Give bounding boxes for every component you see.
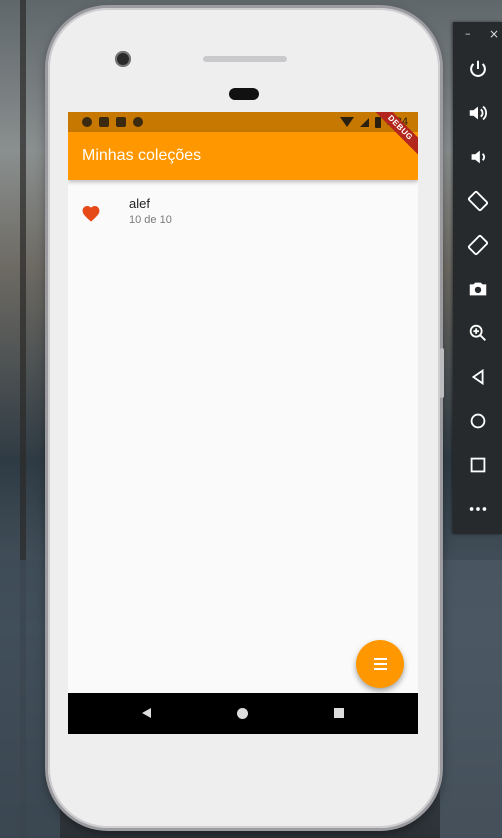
minimize-button[interactable]: – (465, 28, 471, 40)
heart-icon (82, 206, 100, 222)
screenshot-button[interactable] (465, 276, 491, 302)
power-icon (470, 60, 486, 77)
power-button[interactable] (465, 56, 491, 82)
zoom-button[interactable] (465, 320, 491, 346)
more-icon (469, 507, 487, 511)
more-button[interactable] (465, 496, 491, 522)
sd-card-icon (116, 117, 126, 127)
volume-up-icon (469, 105, 487, 121)
volume-up-button[interactable] (465, 100, 491, 126)
menu-icon-line (373, 658, 387, 660)
page-title: Minhas coleções (82, 147, 202, 164)
close-button[interactable]: × (489, 28, 499, 40)
back-icon (471, 368, 484, 386)
home-button[interactable] (465, 408, 491, 434)
back-icon[interactable] (142, 708, 151, 718)
device-screen: 1:34 Minhas coleções DEBUG alef 10 de 10 (68, 112, 418, 734)
front-camera (115, 51, 131, 67)
zoom-icon (469, 324, 486, 341)
volume-down-icon (471, 150, 485, 164)
rotate-right-button[interactable] (465, 232, 491, 258)
status-notification-icons (82, 117, 143, 127)
recents-icon[interactable] (334, 708, 344, 718)
menu-icon-line (373, 668, 387, 670)
volume-down-button[interactable] (465, 144, 491, 170)
collection-list-item[interactable]: alef 10 de 10 (68, 194, 418, 240)
side-button (440, 348, 444, 398)
back-button[interactable] (465, 364, 491, 390)
home-icon (470, 413, 486, 429)
camera-icon (469, 282, 487, 296)
app-icon (133, 117, 143, 127)
app-bar: Minhas coleções (68, 132, 418, 180)
shield-icon (99, 117, 109, 127)
signal-icon (359, 117, 369, 127)
home-icon[interactable] (237, 708, 248, 719)
battery-icon (374, 116, 381, 128)
navigation-bar (68, 693, 418, 734)
overview-button[interactable] (465, 452, 491, 478)
rotate-left-button[interactable] (465, 188, 491, 214)
menu-icon-line (373, 663, 387, 665)
overview-icon (470, 457, 486, 473)
wifi-icon (339, 117, 354, 127)
window-controls: – × (453, 28, 502, 42)
phone-frame: 1:34 Minhas coleções DEBUG alef 10 de 10 (48, 8, 444, 828)
earpiece-speaker (203, 56, 287, 62)
proximity-sensor (229, 88, 259, 100)
collection-progress: 10 de 10 (129, 214, 172, 226)
background-decoration (440, 560, 502, 838)
collection-title: alef (129, 196, 150, 211)
settings-icon (82, 117, 92, 127)
rotate-right-icon (467, 234, 489, 256)
emulator-toolbar: – × (453, 22, 502, 534)
status-bar: 1:34 (68, 112, 418, 132)
rotate-left-icon (467, 190, 489, 212)
collection-text: alef 10 de 10 (129, 196, 172, 226)
menu-fab-button[interactable] (356, 640, 404, 688)
